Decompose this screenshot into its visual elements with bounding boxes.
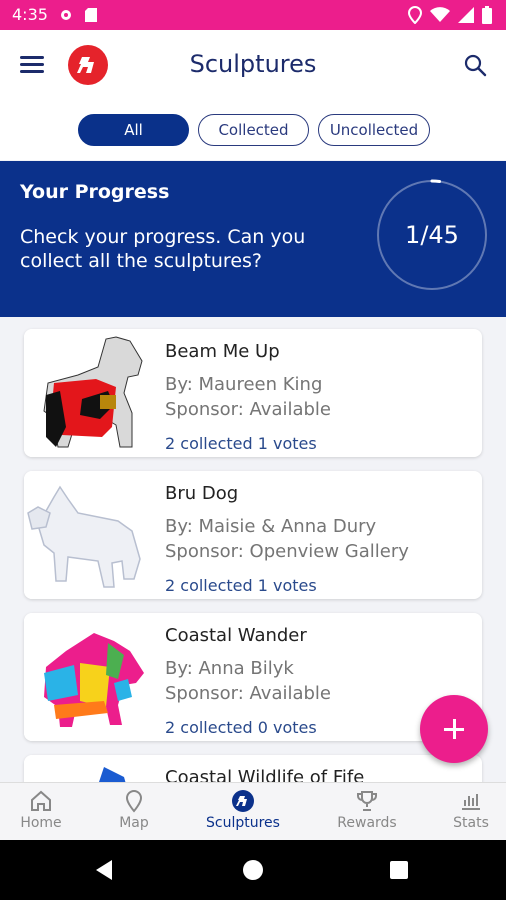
app-bar: Sculptures — [0, 30, 506, 102]
location-icon — [408, 6, 422, 24]
sculpture-name: Coastal Wander — [165, 625, 307, 646]
back-icon[interactable] — [96, 860, 112, 880]
page-title: Sculptures — [189, 50, 317, 78]
filter-bar: All Collected Uncollected — [0, 102, 506, 160]
status-time: 4:35 — [12, 5, 48, 24]
nav-home[interactable]: Home — [0, 789, 86, 831]
battery-icon — [482, 6, 492, 24]
home-icon — [31, 790, 51, 811]
filter-collected-chip[interactable]: Collected — [198, 114, 309, 146]
nav-home-label: Home — [20, 815, 62, 831]
sculpture-image — [24, 755, 154, 782]
sculpture-stats: 2 collected 0 votes — [165, 718, 317, 737]
home-button-icon[interactable] — [243, 860, 263, 880]
sculpture-card-coastal-wander[interactable]: Coastal Wander By: Anna Bilyk Sponsor: A… — [24, 613, 482, 741]
progress-banner: Your Progress Check your progress. Can y… — [0, 161, 506, 317]
nav-rewards[interactable]: Rewards — [322, 789, 412, 831]
signal-icon — [458, 7, 474, 23]
sculpture-card-bru-dog[interactable]: Bru Dog By: Maisie & Anna Dury Sponsor: … — [24, 471, 482, 599]
nav-stats[interactable]: Stats — [426, 789, 506, 831]
sculpture-artist: By: Maisie & Anna Dury — [165, 516, 377, 537]
map-pin-icon — [125, 789, 143, 813]
sculpture-image — [24, 471, 154, 599]
sculpture-name: Coastal Wildlife of Fife — [165, 767, 365, 782]
trophy-icon — [357, 791, 377, 811]
sculpture-image — [24, 613, 154, 741]
recent-apps-icon[interactable] — [390, 861, 408, 879]
settings-icon — [61, 10, 71, 20]
sculpture-icon — [232, 790, 254, 812]
sculpture-artist: By: Anna Bilyk — [165, 658, 294, 679]
sculpture-sponsor: Sponsor: Available — [165, 683, 332, 704]
sculpture-sponsor: Sponsor: Openview Gallery — [165, 541, 409, 562]
sculpture-card-coastal-wildlife-of-fife[interactable]: Coastal Wildlife of Fife — [24, 755, 482, 782]
search-icon[interactable] — [462, 52, 488, 78]
sculpture-artist: By: Maureen King — [165, 374, 323, 395]
sculpture-name: Bru Dog — [165, 483, 239, 504]
progress-count: 1/45 — [405, 221, 459, 249]
sculpture-image — [24, 329, 154, 457]
wifi-icon — [430, 7, 450, 22]
bottom-navigation: Home Map Sculptures Rewards Stats — [0, 782, 506, 841]
progress-title: Your Progress — [20, 181, 170, 203]
sd-card-icon — [85, 8, 97, 22]
filter-all-chip[interactable]: All — [78, 114, 189, 146]
nav-rewards-label: Rewards — [337, 815, 397, 831]
nav-sculptures-label: Sculptures — [206, 815, 280, 831]
nav-stats-label: Stats — [453, 815, 489, 831]
progress-description: Check your progress. Can you collect all… — [20, 226, 306, 272]
add-button[interactable] — [420, 695, 488, 763]
system-navigation-bar — [0, 840, 506, 900]
sculpture-stats: 2 collected 1 votes — [165, 576, 317, 595]
filter-uncollected-chip[interactable]: Uncollected — [318, 114, 430, 146]
nav-map[interactable]: Map — [89, 789, 179, 831]
sculpture-sponsor: Sponsor: Available — [165, 399, 332, 420]
status-bar: 4:35 — [0, 0, 506, 30]
sculpture-name: Beam Me Up — [165, 341, 280, 362]
stats-icon — [462, 794, 480, 810]
nav-map-label: Map — [119, 815, 149, 831]
sculpture-stats: 2 collected 1 votes — [165, 434, 317, 453]
nav-sculptures[interactable]: Sculptures — [198, 789, 288, 831]
sculpture-card-beam-me-up[interactable]: Beam Me Up By: Maureen King Sponsor: Ava… — [24, 329, 482, 457]
